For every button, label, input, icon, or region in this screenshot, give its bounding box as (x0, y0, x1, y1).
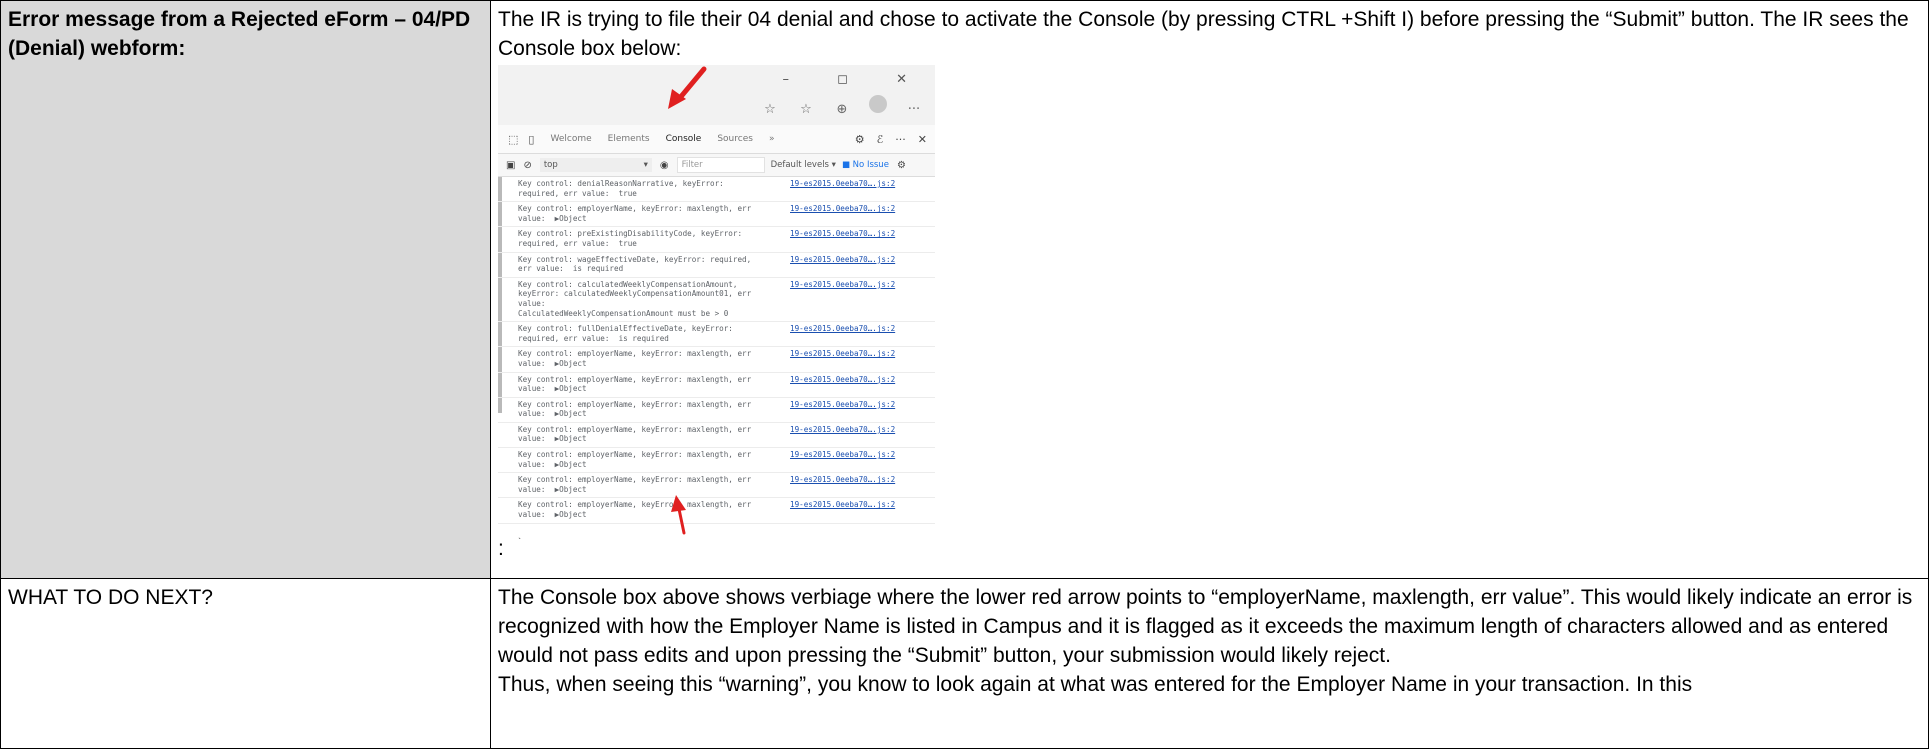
log-message: Key control: denialReasonNarrative, keyE… (518, 179, 724, 198)
log-source-link[interactable]: 19-es2015.0eeba70….js:2 (790, 400, 895, 410)
console-log-row: Key control: employerName, keyError: max… (498, 373, 935, 398)
row-label-error-message: Error message from a Rejected eForm – 04… (0, 0, 491, 579)
eye-icon: ◉ (659, 159, 669, 171)
favorites-icon: ☆ (800, 102, 812, 117)
profile-avatar (867, 95, 889, 124)
followup-paragraph: Thus, when seeing this “warning”, you kn… (498, 673, 1693, 696)
close-icon: ✕ (917, 132, 927, 146)
log-source-link[interactable]: 19-es2015.0eeba70….js:2 (790, 229, 895, 239)
document-table: Error message from a Rejected eForm – 04… (0, 0, 1929, 749)
log-message: Key control: employerName, keyError: max… (518, 424, 752, 444)
browser-titlebar: – ◻ ✕ ☆ ☆ ⊕ ··· (498, 65, 935, 125)
log-source-link[interactable]: 19-es2015.0eeba70….js:2 (790, 204, 895, 214)
log-message: Key control: employerName, keyError: max… (518, 450, 752, 469)
log-message: Key control: employerName, keyError: max… (518, 349, 752, 368)
more-icon: ··· (895, 132, 906, 146)
clear-console-icon: ⊘ (523, 159, 532, 171)
log-source-link[interactable]: 19-es2015.0eeba70….js:2 (790, 179, 895, 189)
console-log-area: Key control: denialReasonNarrative, keyE… (498, 177, 935, 539)
log-source-link[interactable]: 19-es2015.0eeba70….js:2 (790, 475, 895, 485)
window-controls: – ◻ ✕ (782, 72, 929, 87)
console-log-row: Key control: fullDenialEffectiveDate, ke… (498, 322, 935, 348)
console-log-row: Key control: employerName, keyError: max… (498, 202, 935, 228)
log-source-link[interactable]: 19-es2015.0eeba70….js:2 (790, 349, 895, 359)
log-message: Key control: employerName, keyError: max… (518, 374, 752, 394)
log-source-link[interactable]: 19-es2015.0eeba70….js:2 (790, 450, 895, 460)
console-log-row: Key control: calculatedWeeklyCompensatio… (498, 278, 935, 323)
log-source-link[interactable]: 19-es2015.0eeba70….js:2 (790, 280, 895, 290)
console-log-row: Key control: wageEffectiveDate, keyError… (498, 253, 935, 278)
console-log-row: Key control: preExistingDisabilityCode, … (498, 227, 935, 253)
sidebar-toggle-icon: ▣ (506, 159, 516, 171)
log-message: Key control: calculatedWeeklyCompensatio… (518, 279, 752, 318)
feedback-icon: ℰ (876, 132, 884, 146)
log-source-link[interactable]: 19-es2015.0eeba70….js:2 (790, 324, 895, 334)
console-log-row: Key control: employerName, keyError: max… (498, 423, 935, 449)
log-source-link[interactable]: 19-es2015.0eeba70….js:2 (790, 255, 895, 265)
console-log-list: Key control: denialReasonNarrative, keyE… (498, 177, 935, 524)
browser-toolbar: ☆ ☆ ⊕ ··· (759, 95, 925, 124)
filter-input: Filter (676, 157, 765, 173)
row-content-what-next: The Console box above shows verbiage whe… (490, 578, 1929, 749)
log-source-link[interactable]: 19-es2015.0eeba70….js:2 (790, 375, 895, 385)
log-message: Key control: wageEffectiveDate, keyError… (518, 254, 752, 274)
log-levels-select: Default levels ▾ (770, 159, 836, 170)
more-icon: ··· (907, 102, 921, 117)
intro-paragraph: The IR is trying to file their 04 denial… (498, 8, 1909, 60)
issues-badge: ■ No Issue (841, 159, 889, 170)
device-toolbar-icon: ▯ (528, 132, 535, 146)
console-log-row: Key control: employerName, keyError: max… (498, 498, 935, 524)
devtools-settings: ⚙ ℰ ··· ✕ (855, 125, 927, 154)
trailing-colon: : (498, 537, 504, 560)
context-select: top ▾ (539, 158, 652, 172)
console-log-row: Key control: employerName, keyError: max… (498, 398, 935, 423)
gear-icon: ⚙ (854, 132, 865, 146)
row-content-error-message: The IR is trying to file their 04 denial… (490, 0, 1929, 579)
inspect-icon: ⬚ (508, 132, 519, 146)
log-message: Key control: employerName, keyError: max… (518, 500, 752, 520)
collections-icon: ⊕ (836, 102, 848, 117)
more-tabs-icon: » (768, 133, 775, 144)
log-message: Key control: fullDenialEffectiveDate, ke… (518, 324, 733, 343)
log-source-link[interactable]: 19-es2015.0eeba70….js:2 (790, 425, 895, 435)
console-prompt: › (498, 524, 935, 539)
console-filterbar: ▣ ⊘ top ▾ ◉ Filter Default levels ▾ ■ No … (498, 154, 935, 177)
log-source-link[interactable]: 19-es2015.0eeba70….js:2 (790, 500, 895, 510)
console-log-row: Key control: employerName, keyError: max… (498, 347, 935, 373)
explanation-paragraph: The Console box above shows verbiage whe… (498, 586, 1913, 667)
tab-welcome: Welcome (550, 133, 592, 144)
console-log-row: Key control: employerName, keyError: max… (498, 473, 935, 499)
tab-sources: Sources (717, 133, 753, 144)
table-row: Error message from a Rejected eForm – 04… (0, 0, 1929, 579)
log-message: Key control: preExistingDisabilityCode, … (518, 229, 743, 248)
log-message: Key control: employerName, keyError: max… (518, 475, 752, 494)
console-screenshot: – ◻ ✕ ☆ ☆ ⊕ ··· ⬚ ▯ Welcome Elements Con… (498, 65, 935, 539)
tab-elements: Elements (607, 133, 650, 144)
table-row: WHAT TO DO NEXT? The Console box above s… (0, 578, 1929, 749)
console-log-row: Key control: denialReasonNarrative, keyE… (498, 177, 935, 203)
row-label-what-next: WHAT TO DO NEXT? (0, 578, 491, 749)
extensions-icon: ☆ (764, 102, 776, 117)
log-message: Key control: employerName, keyError: max… (518, 399, 752, 419)
log-message: Key control: employerName, keyError: max… (518, 204, 752, 223)
console-log-row: Key control: employerName, keyError: max… (498, 448, 935, 474)
gear-icon: ⚙ (896, 159, 906, 171)
